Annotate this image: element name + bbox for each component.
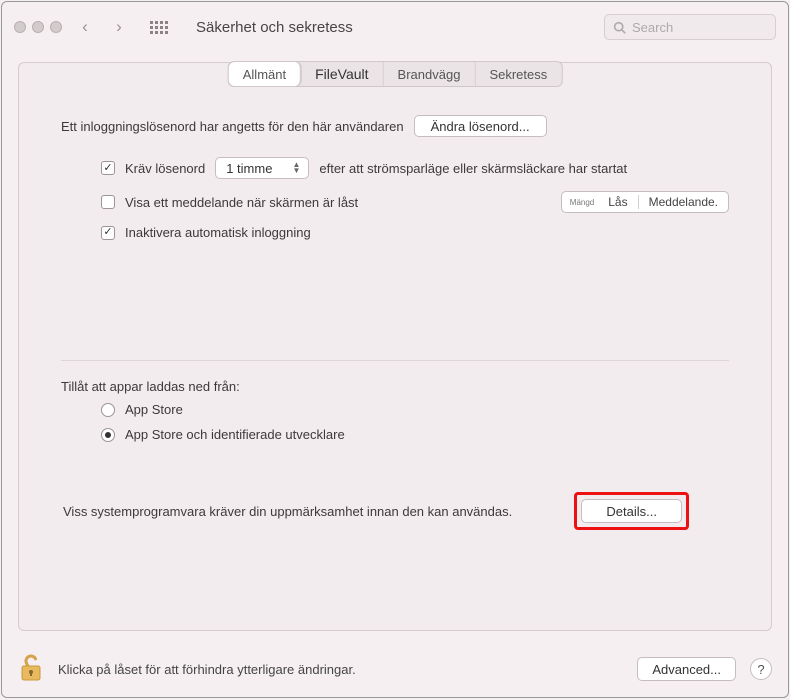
close-window-button[interactable] [14,21,26,33]
back-button[interactable]: ‹ [74,16,96,38]
help-button[interactable]: ? [750,658,772,680]
require-password-label-before: Kräv lösenord [125,161,205,176]
require-password-row: Kräv lösenord 1 timme ▲▼ efter att ström… [61,157,729,179]
content: Ett inloggningslösenord har angetts för … [19,95,771,530]
tab-general[interactable]: Allmänt [229,62,301,86]
chevron-updown-icon: ▲▼ [292,162,300,174]
lock-text: Klicka på låset för att förhindra ytterl… [58,662,356,677]
show-message-row: Visa ett meddelande när skärmen är låst … [61,191,729,213]
require-password-checkbox[interactable] [101,161,115,175]
require-password-label-after: efter att strömsparläge eller skärmsläck… [319,161,627,176]
radio-identified-button[interactable] [101,428,115,442]
radio-app-store-label: App Store [125,402,183,417]
change-password-button[interactable]: Ändra lösenord... [414,115,547,137]
download-options: App Store App Store och identifierade ut… [61,402,729,442]
titlebar: ‹ › Säkerhet och sekretess Search [2,2,788,52]
lock-message-button-group[interactable]: Mängd Lås Meddelande. [561,191,729,213]
search-icon [613,21,626,34]
divider [61,360,729,361]
radio-identified-label: App Store och identifierade utvecklare [125,427,345,442]
group-tiny-label: Mängd [562,198,598,207]
login-password-row: Ett inloggningslösenord har angetts för … [61,115,729,137]
disable-autologin-row: Inaktivera automatisk inloggning [61,225,729,240]
window-title: Säkerhet och sekretess [196,19,353,36]
main-panel: Allmänt FileVault Brandvägg Sekretess Et… [18,62,772,631]
zoom-window-button[interactable] [50,21,62,33]
lock-label: Lås [598,195,637,209]
minimize-window-button[interactable] [32,21,44,33]
disable-autologin-checkbox[interactable] [101,226,115,240]
show-all-icon[interactable] [150,21,168,34]
forward-button[interactable]: › [108,16,130,38]
tab-privacy[interactable]: Sekretess [475,62,561,86]
require-password-value: 1 timme [226,161,272,176]
footer: Klicka på låset för att förhindra ytterl… [2,641,788,697]
show-message-checkbox[interactable] [101,195,115,209]
disable-autologin-label: Inaktivera automatisk inloggning [125,225,311,240]
download-heading: Tillåt att appar laddas ned från: [61,379,729,394]
radio-app-store-button[interactable] [101,403,115,417]
message-label: Meddelande. [639,195,728,209]
tabs: Allmänt FileVault Brandvägg Sekretess [228,61,563,87]
radio-app-store: App Store [101,402,729,417]
search-input[interactable]: Search [604,14,776,40]
prefs-window: ‹ › Säkerhet och sekretess Search Allmän… [1,1,789,698]
lock-icon[interactable] [18,654,44,684]
attention-row: Viss systemprogramvara kräver din uppmär… [61,492,729,530]
details-highlight: Details... [574,492,689,530]
login-password-text: Ett inloggningslösenord har angetts för … [61,119,404,134]
details-button[interactable]: Details... [581,499,682,523]
attention-text: Viss systemprogramvara kräver din uppmär… [63,504,512,519]
search-placeholder: Search [632,20,673,35]
show-message-label: Visa ett meddelande när skärmen är låst [125,195,358,210]
tab-firewall[interactable]: Brandvägg [384,62,476,86]
radio-identified: App Store och identifierade utvecklare [101,427,729,442]
tab-filevault[interactable]: FileVault [301,62,383,86]
require-password-popup[interactable]: 1 timme ▲▼ [215,157,309,179]
advanced-button[interactable]: Advanced... [637,657,736,681]
